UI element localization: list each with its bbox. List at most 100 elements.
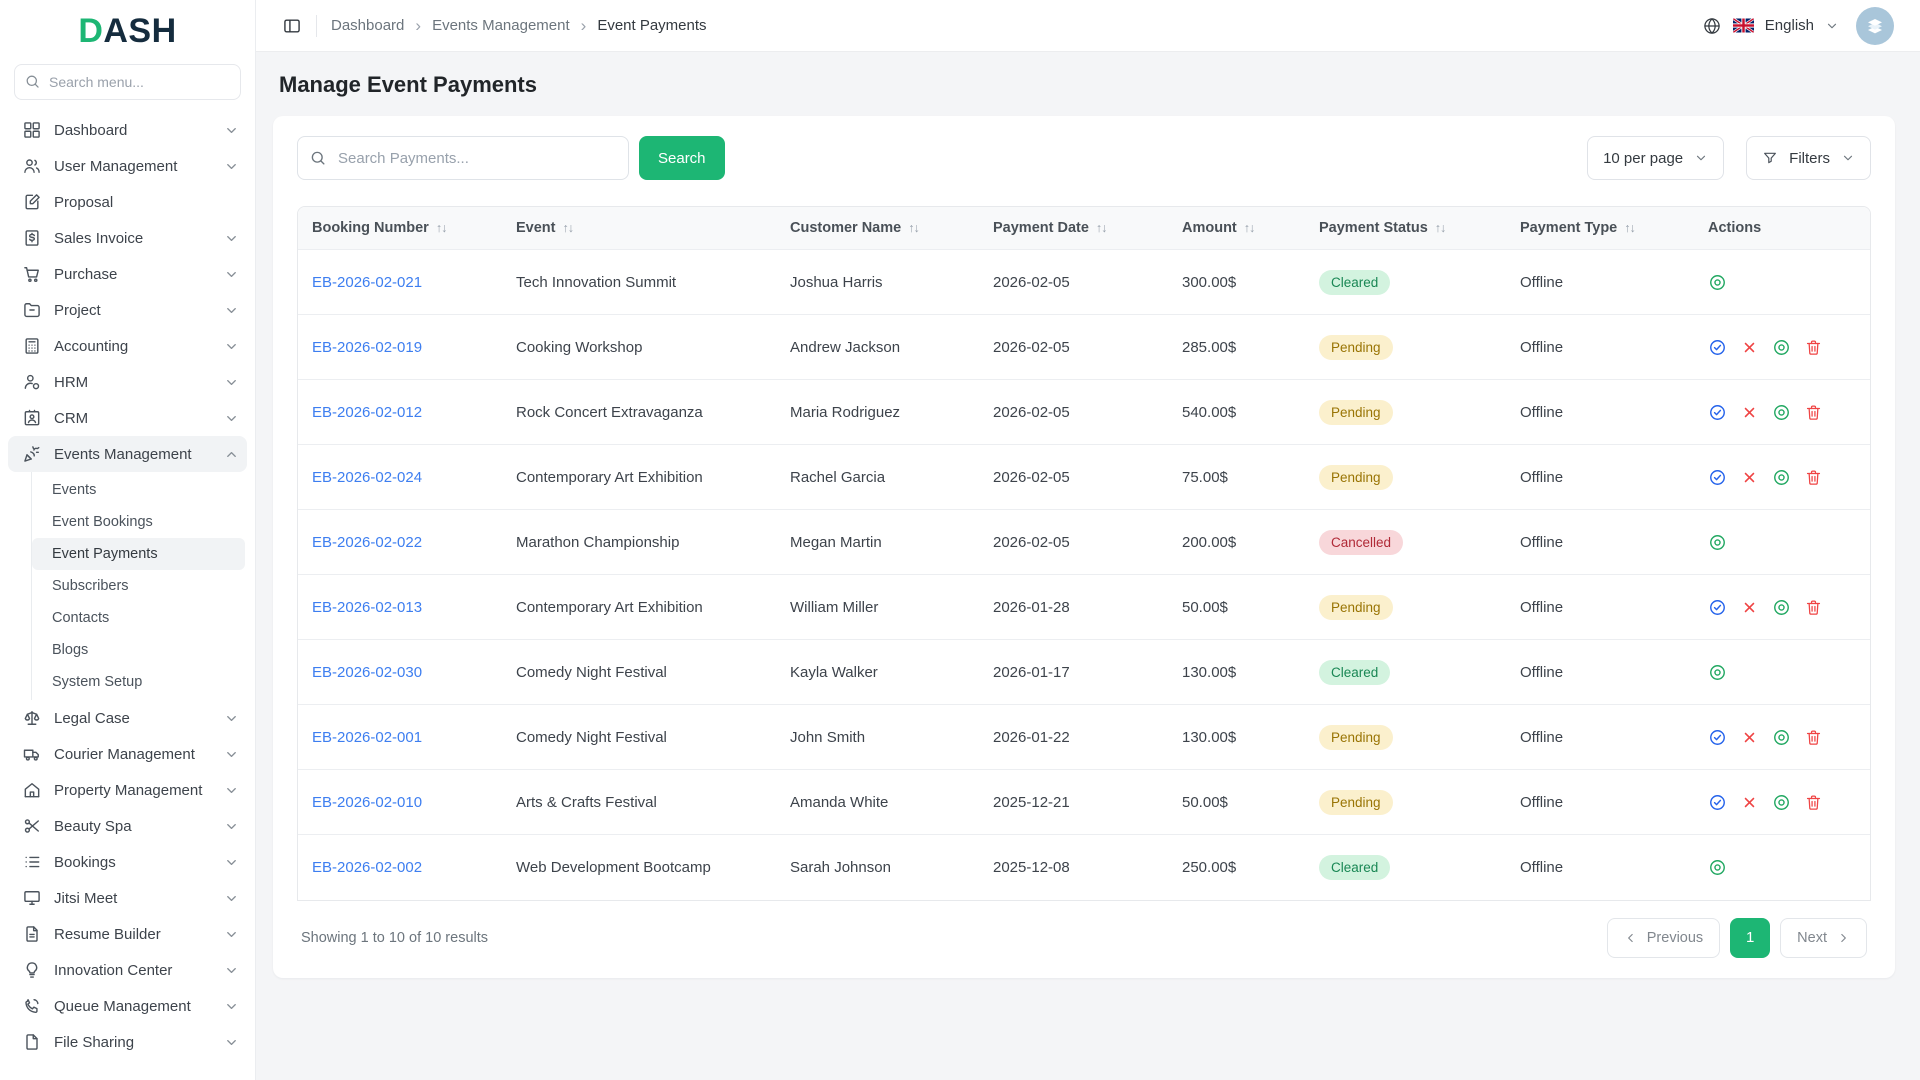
reject-payment-button[interactable] [1740,728,1759,747]
booking-number-link[interactable]: EB-2026-02-013 [312,599,422,616]
column-header-payment-date[interactable]: Payment Date ↑↓ [979,207,1168,250]
globe-button[interactable] [1702,16,1722,36]
breadcrumb-events-management[interactable]: Events Management [432,17,570,34]
view-payment-button[interactable] [1708,533,1727,552]
column-header-amount[interactable]: Amount ↑↓ [1168,207,1305,250]
cell-actions [1694,574,1870,640]
sidebar-item-proposal[interactable]: Proposal [8,184,247,220]
next-page-button[interactable]: Next [1780,917,1867,958]
payments-search-input[interactable] [297,136,629,180]
view-payment-button[interactable] [1772,468,1791,487]
approve-payment-button[interactable] [1708,793,1727,812]
view-payment-button[interactable] [1708,858,1727,877]
sidebar-toggle-button[interactable] [282,16,302,36]
sidebar-item-hrm[interactable]: HRM [8,364,247,400]
view-payment-button[interactable] [1772,338,1791,357]
view-eye-icon [1710,859,1725,875]
column-header-booking-number[interactable]: Booking Number ↑↓ [298,207,502,250]
reject-payment-button[interactable] [1740,338,1759,357]
sidebar-item-property-management[interactable]: Property Management [8,772,247,808]
booking-number-link[interactable]: EB-2026-02-021 [312,274,422,291]
chevron-up-icon [227,451,236,457]
chevron-down-icon[interactable] [1825,19,1839,33]
sidebar-item-bookings[interactable]: Bookings [8,844,247,880]
sidebar-item-project[interactable]: Project [8,292,247,328]
per-page-select[interactable]: 10 per page [1587,136,1725,180]
users-icon [24,159,40,173]
reject-payment-button[interactable] [1740,793,1759,812]
delete-payment-button[interactable] [1804,403,1823,422]
reject-payment-button[interactable] [1740,403,1759,422]
sidebar-subitem-event-payments[interactable]: Event Payments [32,538,245,570]
search-icon [26,75,39,88]
booking-number-link[interactable]: EB-2026-02-002 [312,859,422,876]
search-button[interactable]: Search [639,136,725,180]
view-payment-button[interactable] [1708,663,1727,682]
sidebar-item-accounting[interactable]: Accounting [8,328,247,364]
view-payment-button[interactable] [1772,728,1791,747]
delete-payment-button[interactable] [1804,598,1823,617]
sidebar-item-label: Resume Builder [54,925,161,943]
column-header-payment-type[interactable]: Payment Type ↑↓ [1506,207,1694,250]
delete-payment-button[interactable] [1804,468,1823,487]
sidebar-item-events-management[interactable]: Events Management [8,436,247,472]
booking-number-link[interactable]: EB-2026-02-001 [312,729,422,746]
sidebar-item-purchase[interactable]: Purchase [8,256,247,292]
view-payment-button[interactable] [1772,403,1791,422]
view-payment-button[interactable] [1772,793,1791,812]
column-header-event[interactable]: Event ↑↓ [502,207,776,250]
sidebar-item-beauty-spa[interactable]: Beauty Spa [8,808,247,844]
sidebar-item-queue-management[interactable]: Queue Management [8,988,247,1024]
approve-payment-button[interactable] [1708,403,1727,422]
reject-payment-button[interactable] [1740,468,1759,487]
approve-payment-button[interactable] [1708,468,1727,487]
approve-payment-button[interactable] [1708,338,1727,357]
filters-button[interactable]: Filters [1746,136,1871,180]
sidebar-item-legal-case[interactable]: Legal Case [8,700,247,736]
view-payment-button[interactable] [1772,598,1791,617]
list-icon [25,856,40,868]
booking-number-link[interactable]: EB-2026-02-022 [312,534,422,551]
sidebar-item-sales-invoice[interactable]: Sales Invoice [8,220,247,256]
booking-number-link[interactable]: EB-2026-02-010 [312,794,422,811]
row-actions [1708,858,1856,877]
sidebar-item-user-management[interactable]: User Management [8,148,247,184]
sidebar-item-label: Proposal [54,193,114,211]
breadcrumb-dashboard[interactable]: Dashboard [331,17,404,34]
sidebar-item-resume-builder[interactable]: Resume Builder [8,916,247,952]
column-header-customer-name[interactable]: Customer Name ↑↓ [776,207,979,250]
sidebar-subitem-system-setup[interactable]: System Setup [32,666,245,698]
sidebar-subitem-event-bookings[interactable]: Event Bookings [32,506,245,538]
sidebar-subitem-events[interactable]: Events [32,474,245,506]
page-1-button[interactable]: 1 [1730,917,1771,958]
delete-payment-button[interactable] [1804,793,1823,812]
approve-payment-button[interactable] [1708,728,1727,747]
language-label[interactable]: English [1765,17,1814,34]
delete-payment-button[interactable] [1804,728,1823,747]
sidebar-search-input[interactable] [14,64,241,100]
approve-payment-button[interactable] [1708,598,1727,617]
sidebar-subitem-blogs[interactable]: Blogs [32,634,245,666]
sidebar-item-label: Dashboard [54,121,128,139]
previous-page-button[interactable]: Previous [1606,917,1721,958]
booking-number-link[interactable]: EB-2026-02-019 [312,339,422,356]
booking-number-link[interactable]: EB-2026-02-030 [312,664,422,681]
sidebar-item-crm[interactable]: CRM [8,400,247,436]
user-avatar[interactable] [1856,6,1894,45]
uk-flag-icon [1732,18,1754,33]
cell-amount: 130.00$ [1168,704,1305,770]
sidebar-subitem-contacts[interactable]: Contacts [32,602,245,634]
sidebar-item-dashboard[interactable]: Dashboard [8,112,247,148]
view-payment-button[interactable] [1708,273,1727,292]
table-row: EB-2026-02-019 Cooking Workshop Andrew Jac… [298,314,1870,380]
delete-payment-button[interactable] [1804,338,1823,357]
sidebar-item-courier-management[interactable]: Courier Management [8,736,247,772]
sidebar-subitem-subscribers[interactable]: Subscribers [32,570,245,602]
sidebar-item-jitsi-meet[interactable]: Jitsi Meet [8,880,247,916]
sidebar-item-innovation-center[interactable]: Innovation Center [8,952,247,988]
column-header-payment-status[interactable]: Payment Status ↑↓ [1305,207,1506,250]
booking-number-link[interactable]: EB-2026-02-024 [312,469,422,486]
reject-payment-button[interactable] [1740,598,1759,617]
sidebar-item-file-sharing[interactable]: File Sharing [8,1024,247,1060]
booking-number-link[interactable]: EB-2026-02-012 [312,404,422,421]
